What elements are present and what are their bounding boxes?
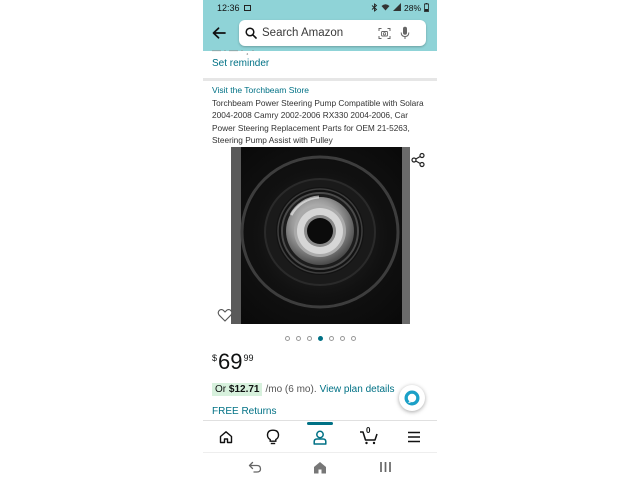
store-link[interactable]: Visit the Torchbeam Store [212, 85, 309, 95]
set-reminder-link[interactable]: Set reminder [212, 58, 269, 69]
status-right: 28% [371, 2, 429, 14]
plan-prefix: Or [215, 384, 227, 395]
hamburger-menu-icon [408, 431, 420, 443]
product-title: Torchbeam Power Steering Pump Compatible… [212, 98, 424, 145]
carousel-dot[interactable] [295, 336, 301, 341]
recents-icon [379, 462, 391, 472]
carousel-dot[interactable] [328, 336, 334, 341]
image-carousel-dots [203, 336, 437, 341]
signal-icon [392, 3, 401, 13]
status-time: 12:36 [217, 3, 240, 13]
account-icon [313, 430, 327, 445]
system-back-button[interactable] [243, 457, 267, 477]
carousel-dot[interactable] [339, 336, 345, 341]
price: $ 69 99 [212, 350, 254, 374]
price-currency: $ [212, 353, 218, 363]
lightbulb-icon [266, 429, 280, 445]
nav-account[interactable] [304, 421, 336, 453]
pump-photo [231, 147, 410, 324]
battery-icon [424, 2, 429, 14]
plan-amount: $12.71 [228, 384, 260, 395]
free-returns-link[interactable]: FREE Returns [212, 406, 276, 417]
plan-term: /mo (6 mo). [265, 384, 317, 395]
phone-screen: 12:36 28% Search Amazon — · — · ¸ · Set … [203, 0, 437, 480]
wishlist-button[interactable] [217, 307, 233, 323]
heart-icon [217, 309, 233, 322]
nav-inspire[interactable] [257, 421, 289, 453]
system-navigation-bar [203, 452, 437, 480]
battery-percent: 28% [403, 3, 421, 13]
carousel-dot[interactable] [350, 336, 356, 341]
system-home-icon [314, 461, 326, 473]
search-icon [245, 27, 257, 39]
carousel-dot[interactable] [317, 336, 323, 341]
status-bar: 12:36 28% [203, 0, 437, 16]
system-back-icon [248, 461, 262, 473]
scrolled-text-fragment: — · — · ¸ · [212, 45, 255, 55]
cart-count: 0 [366, 426, 371, 435]
product-image[interactable] [231, 147, 410, 324]
share-button[interactable] [410, 152, 426, 168]
notification-icon [243, 5, 251, 11]
alexa-icon [404, 390, 420, 406]
camera-scan-icon[interactable] [378, 27, 391, 40]
nav-home[interactable] [210, 421, 242, 453]
nav-cart[interactable]: 0 [353, 421, 385, 453]
payment-plan: Or $12.71 /mo (6 mo). View plan details [212, 383, 394, 396]
search-input[interactable] [262, 27, 370, 39]
view-plan-details-link[interactable]: View plan details [320, 384, 395, 395]
status-left: 12:36 [217, 3, 251, 13]
microphone-icon[interactable] [400, 26, 410, 40]
carousel-dot[interactable] [284, 336, 290, 341]
carousel-dot[interactable] [306, 336, 312, 341]
system-home-button[interactable] [308, 457, 332, 477]
back-button[interactable] [209, 23, 229, 43]
search-box[interactable] [239, 20, 426, 46]
home-icon [219, 431, 233, 444]
share-icon [411, 152, 425, 168]
back-arrow-icon [212, 27, 226, 39]
nav-menu[interactable] [398, 421, 430, 453]
section-divider [203, 78, 437, 81]
system-recents-button[interactable] [373, 457, 397, 477]
bluetooth-icon [371, 2, 378, 14]
plan-badge: Or $12.71 [212, 383, 263, 396]
price-fraction: 99 [243, 353, 254, 363]
bottom-navigation: 0 [203, 420, 437, 453]
wifi-icon [381, 3, 390, 13]
price-whole: 69 [218, 349, 243, 374]
assistant-button[interactable] [399, 385, 425, 411]
